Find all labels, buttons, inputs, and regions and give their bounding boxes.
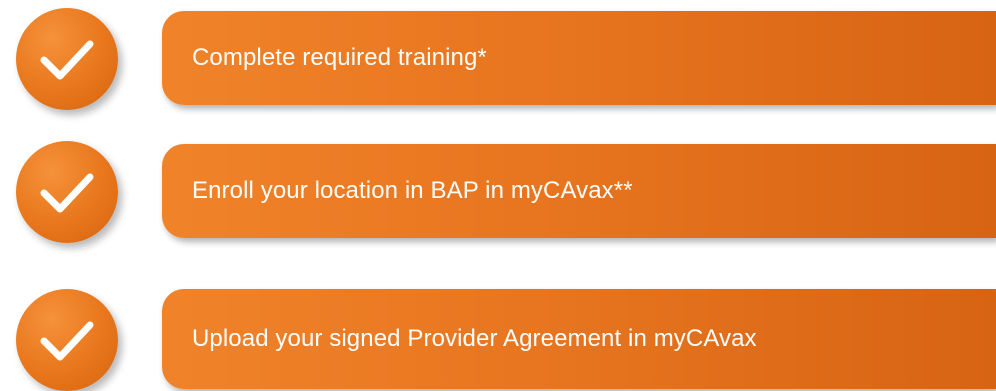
step-2-label: Enroll your location in BAP in myCAvax** <box>192 177 633 204</box>
step-3-check-badge <box>16 289 118 391</box>
checkmark-icon <box>40 173 94 213</box>
step-1-check-badge <box>16 8 118 110</box>
step-enroll: Enroll your location in BAP in myCAvax** <box>0 141 996 243</box>
step-3-label: Upload your signed Provider Agreement in… <box>192 325 757 352</box>
step-training: Complete required training* <box>0 8 996 110</box>
checkmark-icon <box>40 321 94 361</box>
step-2-banner: Enroll your location in BAP in myCAvax** <box>162 144 996 238</box>
step-1-label: Complete required training* <box>192 44 487 71</box>
checkmark-icon <box>40 40 94 80</box>
step-2-check-badge <box>16 141 118 243</box>
step-3-banner: Upload your signed Provider Agreement in… <box>162 289 996 389</box>
step-upload: Upload your signed Provider Agreement in… <box>0 289 996 391</box>
step-1-banner: Complete required training* <box>162 11 996 105</box>
